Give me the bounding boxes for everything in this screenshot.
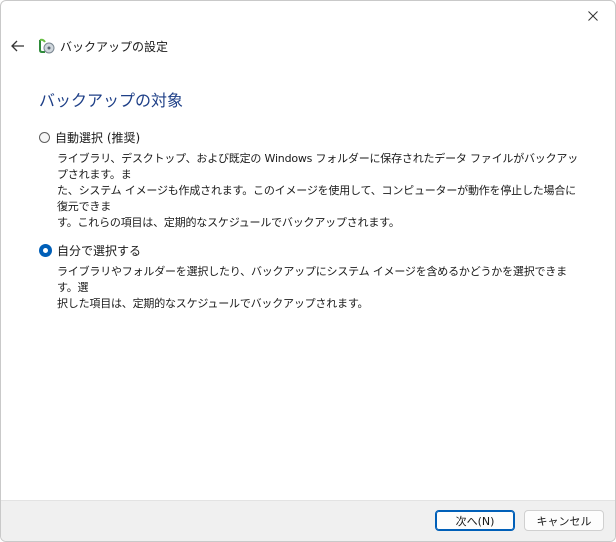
radio-auto-select[interactable] — [39, 131, 50, 143]
radio-let-me-choose[interactable] — [39, 243, 52, 257]
backup-app-icon — [37, 37, 55, 55]
cancel-button[interactable]: キャンセル — [524, 510, 604, 531]
radio-auto-select-label[interactable]: 自動選択 (推奨) — [55, 129, 140, 146]
back-arrow-icon — [11, 40, 24, 52]
option-auto-select: 自動選択 (推奨) ライブラリ、デスクトップ、および既定の Windows フォ… — [39, 129, 584, 231]
close-icon — [588, 11, 598, 21]
window-title: バックアップの設定 — [60, 39, 169, 54]
radio-auto-select-row[interactable]: 自動選択 (推奨) — [39, 129, 584, 145]
next-button[interactable]: 次へ(N) — [435, 510, 515, 531]
description-line: す。これらの項目は、定期的なスケジュールでバックアップされます。 — [57, 216, 400, 229]
option-let-me-choose: 自分で選択する ライブラリやフォルダーを選択したり、バックアップにシステム イメ… — [39, 242, 584, 312]
description-line: ライブラリ、デスクトップ、および既定の Windows フォルダーに保存されたデ… — [57, 152, 578, 181]
radio-selected-dot — [43, 247, 48, 253]
description-line: 択した項目は、定期的なスケジュールでバックアップされます。 — [57, 297, 369, 310]
close-button[interactable] — [571, 1, 615, 31]
page-title: バックアップの対象 — [39, 91, 184, 110]
description-line: ライブラリやフォルダーを選択したり、バックアップにシステム イメージを含めるかど… — [57, 265, 567, 294]
backup-settings-window: バックアップの設定 バックアップの対象 自動選択 (推奨) ライブラリ、デスクト… — [0, 0, 616, 542]
radio-let-me-choose-row[interactable]: 自分で選択する — [39, 242, 584, 258]
option-let-me-choose-description: ライブラリやフォルダーを選択したり、バックアップにシステム イメージを含めるかど… — [57, 264, 584, 312]
back-button[interactable] — [9, 37, 27, 55]
description-line: た、システム イメージも作成されます。このイメージを使用して、コンピューターが動… — [57, 184, 576, 213]
window-header: バックアップの設定 — [9, 34, 168, 58]
dialog-footer: 次へ(N) キャンセル — [1, 500, 615, 541]
radio-let-me-choose-label[interactable]: 自分で選択する — [57, 242, 141, 259]
option-auto-select-description: ライブラリ、デスクトップ、および既定の Windows フォルダーに保存されたデ… — [57, 151, 584, 231]
